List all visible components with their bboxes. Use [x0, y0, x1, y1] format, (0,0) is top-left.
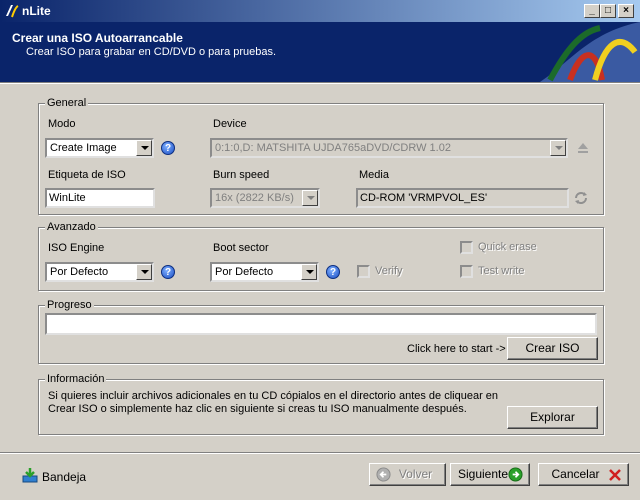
test-write-label: Test write — [478, 265, 525, 277]
refresh-icon[interactable] — [573, 190, 589, 206]
boot-sector-select[interactable]: Por Defecto — [210, 262, 319, 282]
burn-speed-value: 16x (2822 KB/s) — [215, 192, 294, 204]
progreso-group-title: Progreso — [45, 299, 94, 311]
boot-sector-help-icon[interactable]: ? — [326, 265, 340, 279]
siguiente-label: Siguiente — [457, 467, 509, 481]
chevron-down-icon[interactable] — [550, 140, 566, 156]
quick-erase-label: Quick erase — [478, 241, 537, 253]
boot-sector-value: Por Defecto — [215, 266, 274, 278]
modo-value: Create Image — [50, 142, 117, 154]
page-subtitle: Crear ISO para grabar en CD/DVD o para p… — [26, 46, 277, 58]
info-text-line1: Si quieres incluir archivos adicionales … — [48, 390, 499, 402]
chevron-down-icon[interactable] — [302, 190, 318, 206]
siguiente-button[interactable]: Siguiente — [450, 463, 530, 486]
footer-divider — [0, 452, 640, 454]
title-bar: nLite _ □ × — [0, 0, 640, 22]
bandeja-label[interactable]: Bandeja — [42, 470, 86, 484]
page-title: Crear una ISO Autoarrancable — [12, 31, 183, 45]
device-label: Device — [213, 118, 247, 130]
maximize-button[interactable]: □ — [600, 4, 616, 18]
iso-engine-help-icon[interactable]: ? — [161, 265, 175, 279]
close-window-button[interactable]: × — [618, 4, 634, 18]
cancelar-button[interactable]: Cancelar — [538, 463, 629, 486]
etiqueta-input[interactable]: WinLite — [45, 188, 155, 208]
explorar-button[interactable]: Explorar — [507, 406, 598, 429]
modo-help-icon[interactable]: ? — [161, 141, 175, 155]
nlite-app-icon — [6, 5, 19, 18]
window-title: nLite — [22, 4, 51, 18]
volver-button[interactable]: Volver — [369, 463, 446, 486]
test-write-checkbox[interactable] — [460, 265, 473, 278]
chevron-down-icon[interactable] — [136, 264, 152, 280]
general-group-title: General — [45, 97, 89, 109]
progress-bar — [45, 313, 597, 335]
eject-icon[interactable] — [575, 140, 591, 156]
burn-speed-label: Burn speed — [213, 169, 270, 181]
next-arrow-icon — [508, 467, 523, 482]
device-value: 0:1:0,D: MATSHITA UJDA765aDVD/CDRW 1.02 — [215, 142, 451, 154]
wizard-header: Crear una ISO Autoarrancable Crear ISO p… — [0, 22, 640, 82]
start-hint: Click here to start -> — [407, 343, 506, 355]
etiqueta-label: Etiqueta de ISO — [48, 169, 126, 181]
nlite-logo-icon — [540, 22, 640, 82]
burn-speed-select[interactable]: 16x (2822 KB/s) — [210, 188, 320, 208]
iso-engine-label: ISO Engine — [48, 242, 105, 254]
minimize-button[interactable]: _ — [584, 4, 600, 18]
tray-icon[interactable] — [22, 467, 38, 483]
volver-label: Volver — [398, 467, 433, 481]
quick-erase-checkbox[interactable] — [460, 241, 473, 254]
chevron-down-icon[interactable] — [136, 140, 152, 156]
verify-checkbox[interactable] — [357, 265, 370, 278]
iso-engine-select[interactable]: Por Defecto — [45, 262, 154, 282]
cancelar-label: Cancelar — [551, 467, 600, 481]
modo-label: Modo — [48, 118, 76, 130]
back-arrow-icon — [376, 467, 391, 482]
media-field: CD-ROM 'VRMPVOL_ES' — [356, 188, 569, 208]
avanzado-group-title: Avanzado — [45, 221, 98, 233]
info-text-line2: Crear ISO o simplemente haz clic en sigu… — [48, 403, 467, 415]
modo-select[interactable]: Create Image — [45, 138, 154, 158]
iso-engine-value: Por Defecto — [50, 266, 109, 278]
informacion-group-title: Información — [45, 373, 107, 385]
verify-label: Verify — [375, 265, 403, 277]
header-divider — [0, 82, 640, 84]
chevron-down-icon[interactable] — [301, 264, 317, 280]
cancel-x-icon — [609, 469, 621, 481]
media-label: Media — [359, 169, 389, 181]
device-select[interactable]: 0:1:0,D: MATSHITA UJDA765aDVD/CDRW 1.02 — [210, 138, 568, 158]
crear-iso-button[interactable]: Crear ISO — [507, 337, 598, 360]
boot-sector-label: Boot sector — [213, 242, 269, 254]
